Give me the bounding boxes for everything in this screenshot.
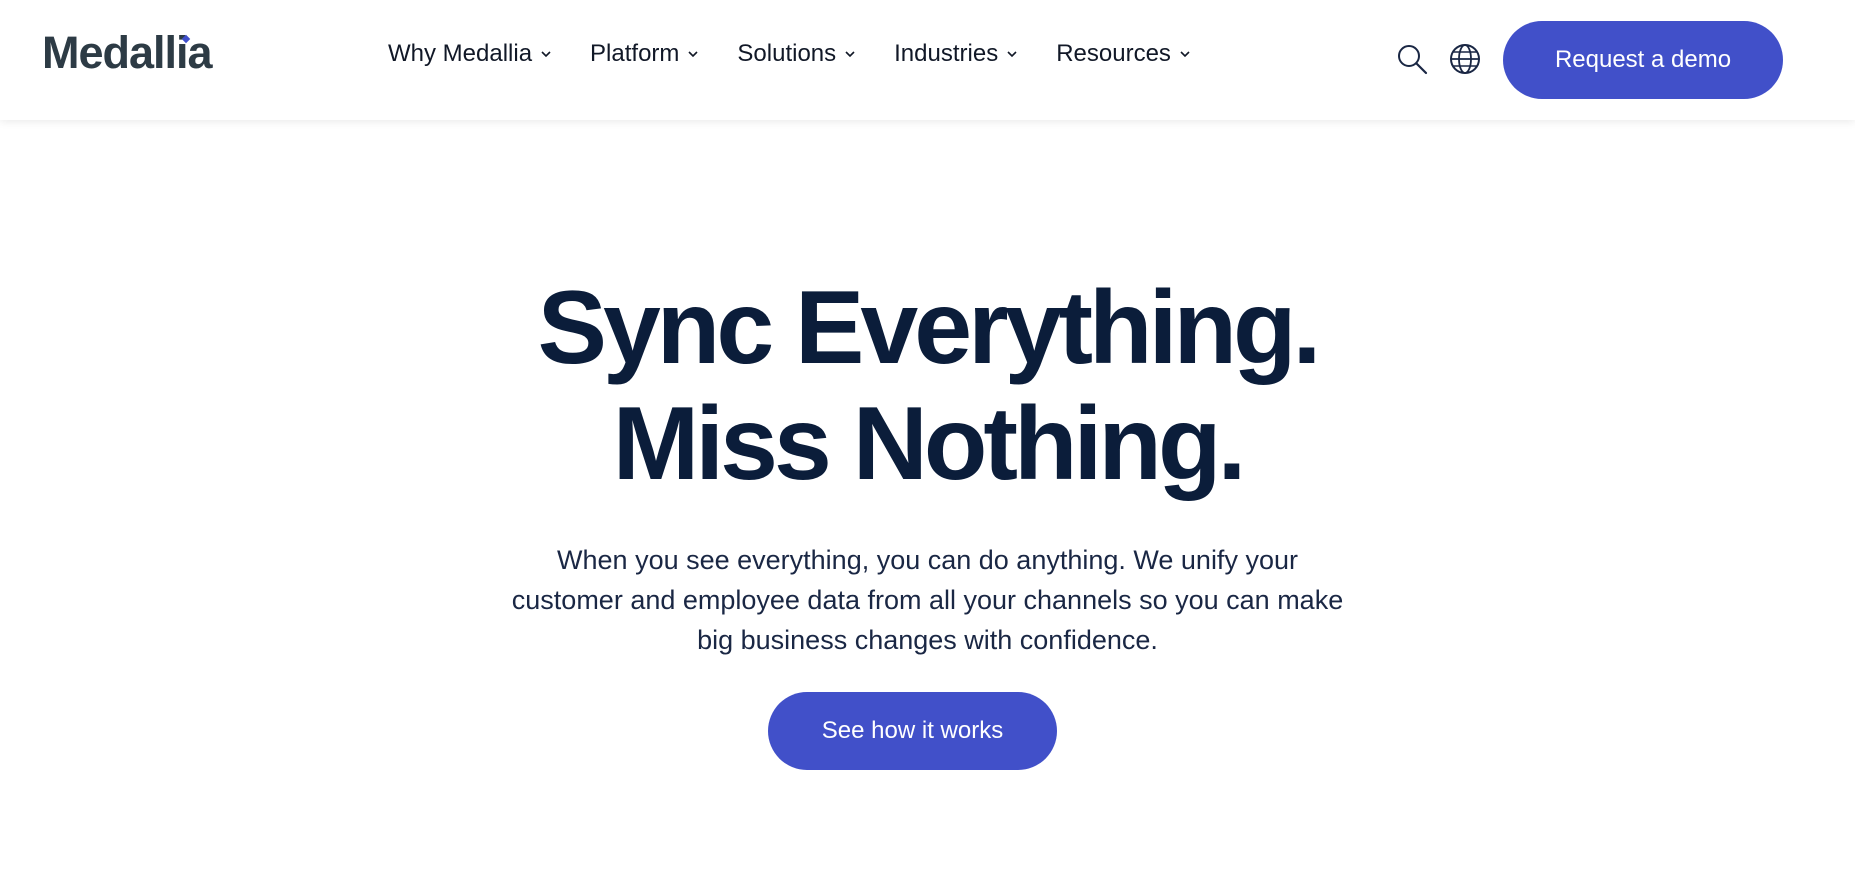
- search-button[interactable]: [1396, 43, 1428, 75]
- nav-item-resources[interactable]: Resources: [1056, 40, 1191, 68]
- nav-item-label: Why Medallia: [388, 40, 533, 67]
- nav-item-label: Resources: [1056, 40, 1171, 67]
- medallia-logo[interactable]: Medallia: [42, 30, 213, 75]
- chevron-down-icon: [541, 51, 551, 58]
- search-icon: [1398, 45, 1428, 75]
- nav-item-label: Platform: [590, 40, 680, 67]
- hero-title-line-1: Sync Everything.: [537, 270, 1322, 386]
- hero-title-line-2: Miss Nothing.: [612, 386, 1247, 502]
- see-how-it-works-button[interactable]: See how it works: [768, 692, 1057, 770]
- main-nav: Why Medallia Platform Solutions Industri…: [388, 40, 1191, 68]
- chevron-down-icon: [688, 51, 698, 58]
- nav-item-industries[interactable]: Industries: [894, 40, 1018, 68]
- nav-item-why-medallia[interactable]: Why Medallia: [388, 40, 552, 68]
- hero-subtitle: When you see everything, you can do anyt…: [511, 545, 1344, 655]
- site-header: Medallia Why Medallia Platform Solutions…: [0, 0, 1855, 120]
- hero-title: Sync Everything. Miss Nothing.: [0, 270, 1855, 502]
- nav-item-platform[interactable]: Platform: [590, 40, 699, 68]
- nav-item-solutions[interactable]: Solutions: [737, 40, 856, 68]
- request-demo-button[interactable]: Request a demo: [1503, 21, 1783, 99]
- chevron-down-icon: [1007, 51, 1017, 58]
- globe-icon: [1450, 44, 1480, 74]
- chevron-down-icon: [845, 51, 855, 58]
- language-button[interactable]: [1449, 43, 1481, 75]
- chevron-down-icon: [1180, 51, 1190, 58]
- nav-item-label: Solutions: [737, 40, 837, 67]
- nav-item-label: Industries: [894, 40, 999, 67]
